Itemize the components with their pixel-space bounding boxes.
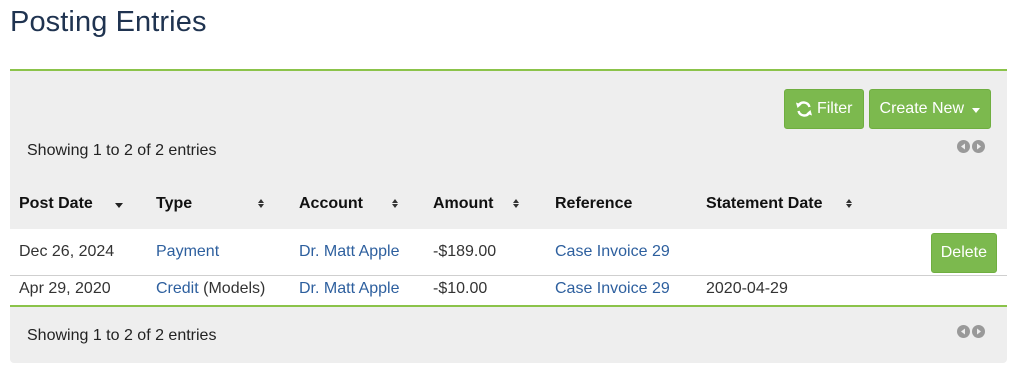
filter-button[interactable]: Filter [783, 89, 864, 129]
type-note: (Models) [203, 280, 266, 297]
amount-cell: -$10.00 [433, 280, 488, 297]
entries-info-top: Showing 1 to 2 of 2 entries [27, 142, 217, 159]
reference-cell: Case Invoice 29 [555, 243, 670, 261]
table-row: Apr 29, 2020 Credit (Models) Dr. Matt Ap… [10, 276, 1007, 307]
toolbar: Filter Create New [783, 89, 991, 129]
column-header-statement-date[interactable]: Statement Date [706, 195, 822, 213]
reference-link[interactable]: Case Invoice 29 [555, 243, 670, 260]
arrow-left-circle-icon[interactable] [957, 325, 970, 338]
table-row: Dec 26, 2024 Payment Dr. Matt Apple -$18… [10, 229, 1007, 276]
account-cell: Dr. Matt Apple [299, 280, 400, 298]
arrow-right-circle-icon[interactable] [972, 325, 985, 338]
entries-info-bottom: Showing 1 to 2 of 2 entries [27, 327, 217, 344]
table-header: Post Date Type Account Amount Reference … [10, 179, 1007, 229]
post-date-cell: Dec 26, 2024 [19, 243, 115, 260]
sort-icon[interactable] [846, 199, 852, 208]
pager-top [957, 140, 985, 153]
page-title: Posting Entries [10, 6, 207, 38]
type-link[interactable]: Credit [156, 280, 199, 297]
amount-cell: -$189.00 [433, 243, 497, 260]
type-cell: Credit (Models) [156, 280, 265, 298]
sort-icon[interactable] [258, 199, 264, 208]
arrow-left-circle-icon[interactable] [957, 140, 970, 153]
sort-icon[interactable] [392, 199, 398, 208]
create-new-dropdown[interactable]: Create New [868, 89, 991, 129]
sort-icon[interactable] [513, 199, 519, 208]
column-header-reference: Reference [555, 195, 633, 212]
pager-bottom [957, 325, 985, 338]
column-header-amount[interactable]: Amount [433, 195, 493, 213]
type-cell: Payment [156, 243, 219, 261]
column-header-post-date[interactable]: Post Date [19, 195, 93, 213]
refresh-icon [795, 100, 813, 118]
create-new-label: Create New [879, 100, 964, 117]
sort-desc-icon[interactable] [115, 203, 123, 208]
statement-date-cell: 2020-04-29 [706, 280, 788, 297]
account-cell: Dr. Matt Apple [299, 243, 400, 261]
account-link[interactable]: Dr. Matt Apple [299, 243, 400, 260]
post-date-cell: Apr 29, 2020 [19, 280, 111, 297]
reference-cell: Case Invoice 29 [555, 280, 670, 298]
arrow-right-circle-icon[interactable] [972, 140, 985, 153]
column-header-type[interactable]: Type [156, 195, 192, 213]
filter-label: Filter [816, 100, 853, 117]
entries-panel: Filter Create New Showing 1 to 2 of 2 en… [10, 69, 1007, 363]
delete-button[interactable]: Delete [930, 233, 997, 273]
reference-link[interactable]: Case Invoice 29 [555, 280, 670, 297]
caret-down-icon [972, 107, 980, 113]
account-link[interactable]: Dr. Matt Apple [299, 280, 400, 297]
column-header-account[interactable]: Account [299, 195, 363, 213]
type-link[interactable]: Payment [156, 243, 219, 260]
